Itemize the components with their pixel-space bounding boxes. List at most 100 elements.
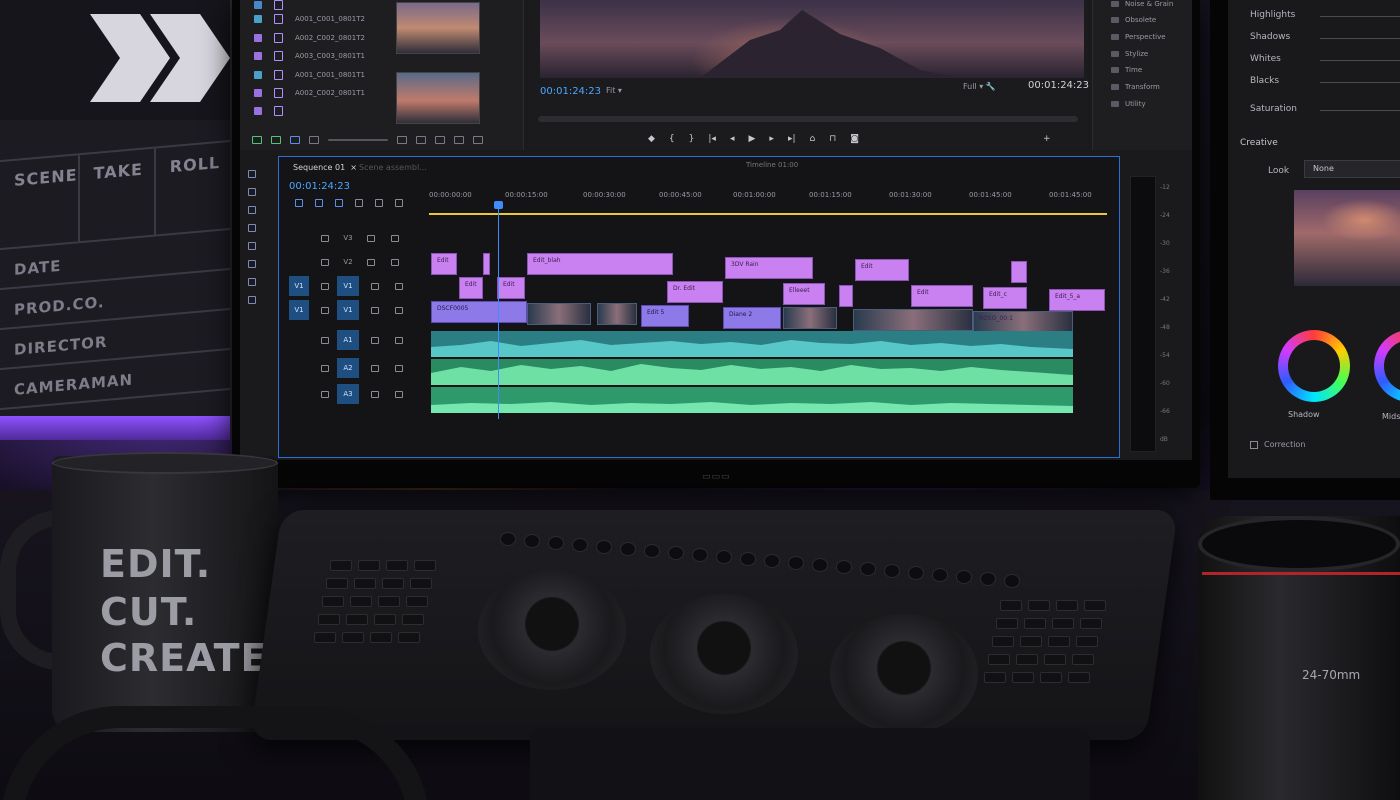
audio-clip-a3[interactable] — [431, 387, 1073, 413]
controller-key[interactable] — [996, 618, 1018, 629]
mic-icon[interactable] — [395, 336, 403, 344]
controller-knob[interactable] — [908, 566, 924, 580]
saturation-slider[interactable] — [1320, 110, 1400, 111]
controller-key[interactable] — [382, 578, 404, 589]
track-header-v3[interactable]: V3 — [289, 227, 419, 249]
effects-folder[interactable]: Time — [1111, 66, 1142, 74]
clip-thumbnail[interactable] — [396, 72, 480, 124]
timeline-clip[interactable]: Edit_c — [983, 287, 1027, 309]
trackball-left[interactable] — [478, 570, 626, 690]
export-frame-icon[interactable]: ◙ — [850, 134, 859, 144]
source-patch[interactable] — [289, 358, 309, 378]
controller-key[interactable] — [1040, 672, 1062, 683]
shadow-color-wheel[interactable] — [1278, 330, 1350, 402]
zoom-select[interactable]: Fit ▾ — [606, 86, 622, 95]
source-patch[interactable]: V1 — [289, 300, 309, 320]
mute-icon[interactable] — [371, 390, 379, 398]
marker-icon[interactable]: ◆ — [648, 134, 655, 144]
controller-key[interactable] — [1044, 654, 1066, 665]
controller-key[interactable] — [406, 596, 428, 607]
lock-icon[interactable] — [321, 282, 329, 290]
lock-icon[interactable] — [321, 306, 329, 314]
step-back-icon[interactable]: ◂ — [730, 134, 735, 144]
source-patch[interactable] — [289, 252, 309, 272]
controller-knob[interactable] — [884, 564, 900, 578]
controller-key[interactable] — [402, 614, 424, 625]
controller-knob[interactable] — [812, 558, 828, 572]
timeline-clip[interactable] — [839, 285, 853, 307]
timeline-clip[interactable]: Dr. Edit — [667, 281, 723, 303]
controller-key[interactable] — [326, 578, 348, 589]
effects-folder[interactable]: Perspective — [1111, 33, 1166, 41]
controller-key[interactable] — [350, 596, 372, 607]
film-icon[interactable] — [367, 234, 375, 242]
shadows-slider[interactable] — [1320, 38, 1400, 39]
controller-knob[interactable] — [716, 550, 732, 564]
source-patch[interactable] — [289, 330, 309, 350]
zoom-slider-icon[interactable] — [328, 139, 388, 141]
tab-sequence-01[interactable]: Sequence 01 × — [293, 163, 357, 172]
controller-knob[interactable] — [956, 570, 972, 584]
track-select-icon[interactable] — [248, 188, 256, 196]
trackball-right[interactable] — [830, 614, 978, 734]
controller-key[interactable] — [1084, 600, 1106, 611]
project-item[interactable]: A002_C002_0801T1 — [254, 84, 365, 102]
controller-key[interactable] — [1048, 636, 1070, 647]
lock-icon[interactable] — [321, 364, 329, 372]
controller-knob[interactable] — [764, 554, 780, 568]
project-item[interactable] — [254, 102, 283, 120]
timeline-clip[interactable]: Edit — [431, 253, 457, 275]
creative-section-header[interactable]: Creative — [1240, 138, 1278, 148]
controller-knob[interactable] — [524, 534, 540, 548]
timeline-clip[interactable]: ROSO_00:1 — [973, 311, 1073, 333]
timeline-clip[interactable]: Edit — [459, 277, 483, 299]
track-header-a3[interactable]: A3 — [289, 383, 419, 405]
freeform-view-icon[interactable] — [290, 136, 300, 144]
tab-scene-assembly[interactable]: Scene assembl... — [359, 163, 427, 172]
captions-icon[interactable] — [395, 199, 403, 207]
controller-key[interactable] — [358, 560, 380, 571]
lock-icon[interactable] — [321, 258, 329, 266]
pen-tool-icon[interactable] — [248, 260, 256, 268]
controller-knob[interactable] — [836, 560, 852, 574]
controller-knob[interactable] — [860, 562, 876, 576]
go-to-in-icon[interactable]: |◂ — [708, 134, 716, 144]
controller-key[interactable] — [370, 632, 392, 643]
controller-key[interactable] — [1080, 618, 1102, 629]
list-view-icon[interactable] — [252, 136, 262, 144]
controller-key[interactable] — [1072, 654, 1094, 665]
controller-key[interactable] — [1056, 600, 1078, 611]
controller-key[interactable] — [984, 672, 1006, 683]
razor-tool-icon[interactable] — [248, 224, 256, 232]
controller-knob[interactable] — [1004, 574, 1020, 588]
lock-icon[interactable] — [321, 336, 329, 344]
mute-icon[interactable] — [371, 336, 379, 344]
timeline-clip-thumbnail[interactable] — [783, 307, 837, 329]
track-header-a2[interactable]: A2 — [289, 357, 419, 379]
mic-icon[interactable] — [395, 364, 403, 372]
controller-key[interactable] — [354, 578, 376, 589]
controller-key[interactable] — [992, 636, 1014, 647]
controller-key[interactable] — [378, 596, 400, 607]
controller-knob[interactable] — [620, 542, 636, 556]
controller-key[interactable] — [1016, 654, 1038, 665]
timeline-clip[interactable]: Elleeet — [783, 283, 825, 305]
mute-icon[interactable] — [371, 364, 379, 372]
timeline-clip[interactable]: Edit — [855, 259, 909, 281]
controller-key[interactable] — [1000, 600, 1022, 611]
blacks-slider[interactable] — [1320, 82, 1400, 83]
add-marker-icon[interactable] — [355, 199, 363, 207]
controller-knob[interactable] — [980, 572, 996, 586]
controller-key[interactable] — [1076, 636, 1098, 647]
resolution-select[interactable]: Full ▾ 🔧 — [963, 82, 996, 91]
timeline-clip[interactable]: Edit 5 — [641, 305, 689, 327]
trackball-center[interactable] — [650, 594, 798, 714]
controller-key[interactable] — [1068, 672, 1090, 683]
lock-icon[interactable] — [321, 234, 329, 242]
snap-icon[interactable] — [315, 199, 323, 207]
program-scrubber[interactable] — [538, 116, 1078, 122]
controller-key[interactable] — [1052, 618, 1074, 629]
controller-key[interactable] — [346, 614, 368, 625]
controller-key[interactable] — [342, 632, 364, 643]
controller-key[interactable] — [374, 614, 396, 625]
